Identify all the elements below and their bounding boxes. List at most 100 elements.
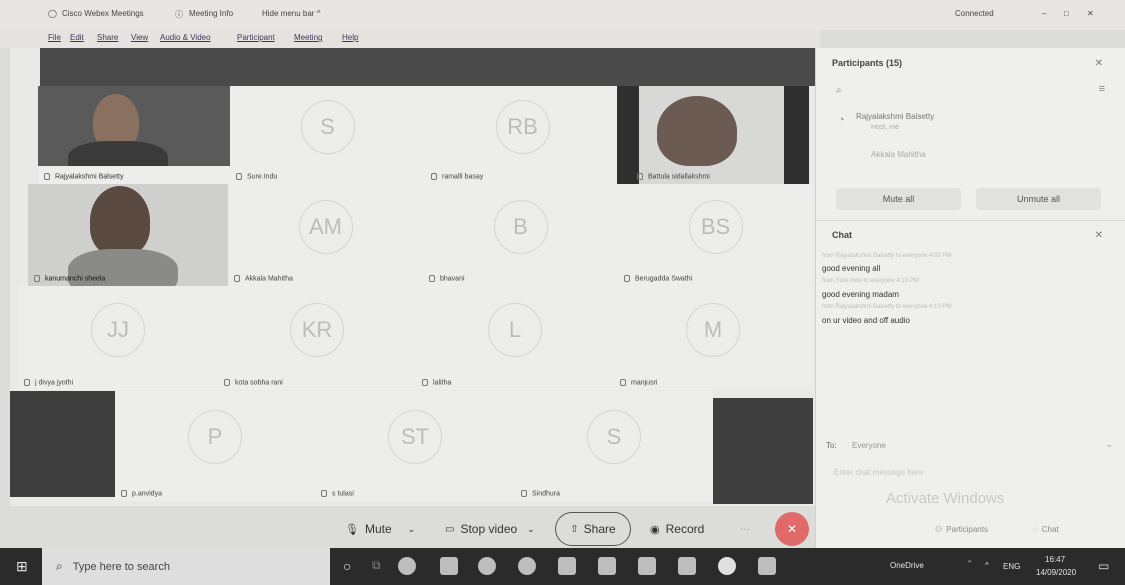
app-icon[interactable] xyxy=(598,557,616,575)
mute-label: Mute xyxy=(364,522,392,536)
participant-name: kanumanchi sheela xyxy=(34,274,105,282)
mic-icon xyxy=(321,489,327,497)
participant-tile[interactable]: S Sindhura xyxy=(515,391,713,501)
menu-view[interactable]: View xyxy=(131,33,148,42)
chevron-down-icon[interactable]: ⌄ xyxy=(527,524,535,535)
clock-date[interactable]: 14/09/2020 xyxy=(1036,568,1076,577)
meeting-info-button[interactable]: Meeting Info xyxy=(189,9,233,18)
participant-body xyxy=(68,141,168,166)
participant-tile[interactable]: KR kota sobha rani xyxy=(218,286,416,390)
chat-bubble-icon: ◌ xyxy=(1033,524,1038,534)
participant-name: bhavani xyxy=(429,274,465,282)
participants-close-icon[interactable]: ✕ xyxy=(1095,58,1103,69)
taskbar-search[interactable]: ⌕ Type here to search xyxy=(42,548,330,585)
chevron-down-icon[interactable]: ⌄ xyxy=(1105,439,1113,450)
blank-video-block xyxy=(713,398,813,504)
chevron-up-icon[interactable]: ^ xyxy=(985,561,989,570)
menu-file[interactable]: File xyxy=(48,33,61,42)
participant-tile[interactable]: BS Berugadda Swathi xyxy=(618,184,813,286)
explorer-icon[interactable] xyxy=(440,557,458,575)
stop-video-label: Stop video xyxy=(460,522,518,536)
sort-list-icon[interactable]: ≡ xyxy=(1099,83,1105,95)
close-window-button[interactable]: ✕ xyxy=(1087,9,1094,18)
record-icon: ◉ xyxy=(650,523,660,536)
more-options-button[interactable]: ··· xyxy=(740,514,750,544)
webex-taskbar-icon[interactable] xyxy=(718,557,736,575)
file-icon[interactable] xyxy=(558,557,576,575)
clock-time[interactable]: 16:47 xyxy=(1045,555,1065,564)
chevron-down-icon[interactable]: ⌄ xyxy=(408,524,416,535)
menu-help[interactable]: Help xyxy=(342,33,358,42)
chat-recipient-select[interactable]: Everyone xyxy=(852,441,886,450)
participant-entry-name[interactable]: Akkala Mahitha xyxy=(871,150,926,159)
meeting-info-icon[interactable]: ⓘ xyxy=(175,9,183,20)
participant-initials: P xyxy=(188,410,242,465)
share-button[interactable]: ⇧ Share xyxy=(555,512,631,546)
menu-audio-video[interactable]: Audio & Video xyxy=(160,33,211,42)
mic-icon xyxy=(429,274,435,282)
search-placeholder: Type here to search xyxy=(72,560,170,573)
notification-icon[interactable]: ▭ xyxy=(1098,559,1109,573)
participant-name: Rajyalakshmi Balsetty xyxy=(44,172,123,180)
chat-close-icon[interactable]: ✕ xyxy=(1095,230,1103,241)
title-bar: ◯ Cisco Webex Meetings ⓘ Meeting Info Hi… xyxy=(0,0,1125,30)
participant-tile[interactable]: RB ramalli basay xyxy=(425,86,620,184)
mic-icon xyxy=(44,172,50,180)
participant-name: manjusri xyxy=(620,378,657,386)
app-title: Cisco Webex Meetings xyxy=(62,9,144,18)
participant-tile[interactable]: M manjusri xyxy=(614,286,812,390)
search-icon[interactable]: ⌕ xyxy=(836,85,842,96)
participant-tile[interactable]: B bhavani xyxy=(423,184,618,286)
participant-tile[interactable]: AM Akkala Mahitha xyxy=(228,184,423,286)
app-icon[interactable] xyxy=(638,557,656,575)
maximize-button[interactable]: □ xyxy=(1064,9,1069,18)
video-grid: Rajyalakshmi Balsetty S Sure.Indu RB ram… xyxy=(10,48,820,506)
mic-icon xyxy=(121,489,127,497)
app-icon[interactable] xyxy=(758,557,776,575)
participant-entry-name[interactable]: Rajyalakshmi Balsetty xyxy=(856,112,934,121)
participant-video xyxy=(617,86,809,184)
participant-tile-video[interactable]: Rajyalakshmi Balsetty xyxy=(38,86,230,184)
participant-tile[interactable]: L lalitha xyxy=(416,286,614,390)
participant-initials: S xyxy=(587,410,641,465)
opera-icon[interactable] xyxy=(478,557,496,575)
unmute-all-button[interactable]: Unmute all xyxy=(976,188,1101,210)
windows-start-icon[interactable]: ⊞ xyxy=(16,558,28,575)
menu-meeting[interactable]: Meeting xyxy=(294,33,322,42)
minimize-button[interactable]: – xyxy=(1042,9,1046,18)
menu-share[interactable]: Share xyxy=(97,33,118,42)
menu-edit[interactable]: Edit xyxy=(70,33,84,42)
stop-video-button[interactable]: ▭ Stop video ⌄ xyxy=(445,514,535,544)
participants-panel-button[interactable]: ⚇ Participants xyxy=(935,514,988,544)
onedrive-status[interactable]: OneDrive xyxy=(890,561,924,570)
participant-tile[interactable]: JJ j divya jyothi xyxy=(18,286,218,390)
cortana-icon[interactable]: ○ xyxy=(343,558,351,574)
edge-icon[interactable] xyxy=(398,557,416,575)
chat-message-meta: from Rajyalakshmi Balsetty to everyone 4… xyxy=(822,304,952,310)
task-view-icon[interactable]: ⧉ xyxy=(372,558,381,573)
participant-tile[interactable]: ST s tulasi xyxy=(315,391,515,501)
app-icon[interactable] xyxy=(678,557,696,575)
menu-participant[interactable]: Participant xyxy=(237,33,275,42)
record-button[interactable]: ◉ Record xyxy=(650,514,704,544)
participant-tile-video[interactable]: Battula sidallakshmi xyxy=(617,86,809,184)
participant-tile[interactable]: S Sure.Indu xyxy=(230,86,425,184)
participant-tile-video[interactable]: kanumanchi sheela xyxy=(28,184,228,286)
mute-button[interactable]: 🎙 Mute ⌄ xyxy=(345,514,415,544)
chat-panel-button[interactable]: ◌ Chat xyxy=(1033,514,1059,544)
end-meeting-button[interactable]: ✕ xyxy=(775,512,809,546)
participant-name: Akkala Mahitha xyxy=(234,274,293,282)
chat-input[interactable]: Enter chat message here xyxy=(834,468,923,477)
participant-initials: JJ xyxy=(91,302,145,357)
hide-menu-bar-button[interactable]: Hide menu bar ^ xyxy=(262,9,320,18)
participant-initials: AM xyxy=(298,199,353,254)
language-indicator[interactable]: ENG xyxy=(1003,562,1020,571)
participant-tile[interactable]: P p.anvidya xyxy=(115,391,315,501)
participant-name: Sure.Indu xyxy=(236,172,277,180)
mute-all-button[interactable]: Mute all xyxy=(836,188,961,210)
chat-title: Chat xyxy=(832,230,852,240)
participant-name: p.anvidya xyxy=(121,489,162,497)
chrome-icon[interactable] xyxy=(518,557,536,575)
tray-overflow-icon[interactable]: ᵔ xyxy=(968,558,971,568)
participant-name: lalitha xyxy=(422,378,451,386)
